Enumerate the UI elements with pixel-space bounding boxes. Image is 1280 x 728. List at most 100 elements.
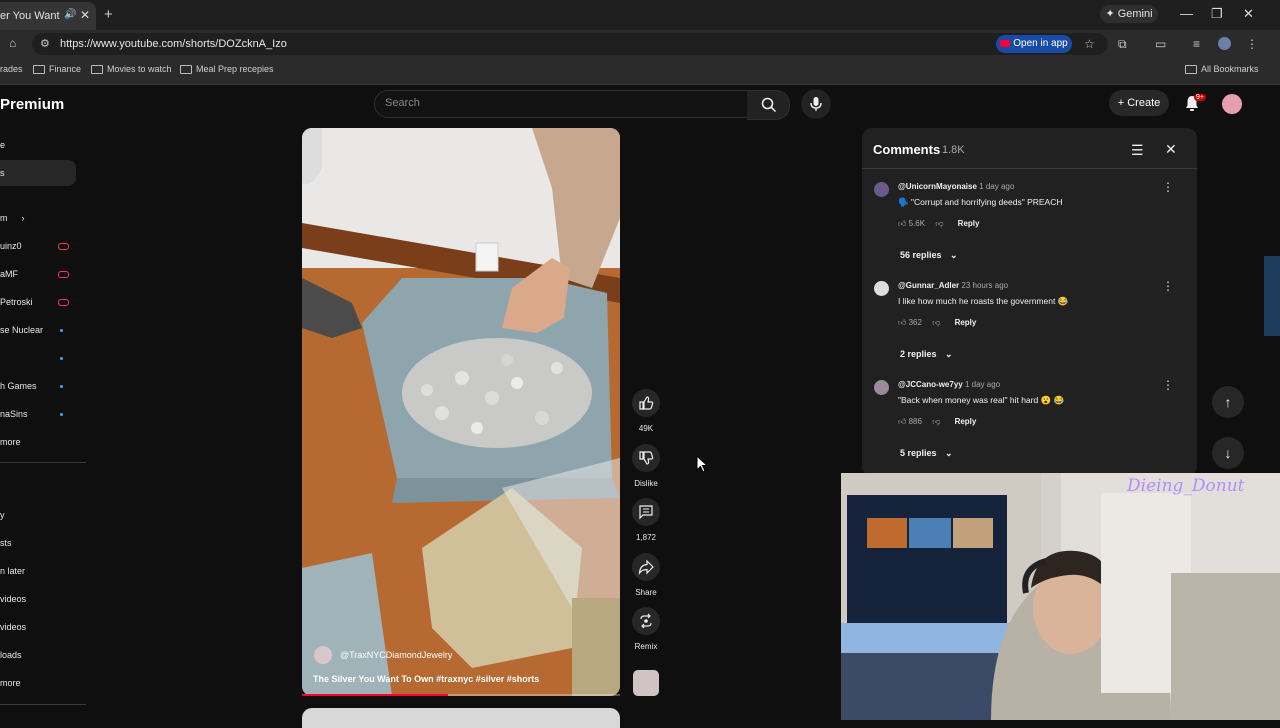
- thumbs-up-icon[interactable]: 👍︎: [898, 318, 906, 327]
- sort-icon[interactable]: ☰: [1131, 142, 1144, 159]
- url-text[interactable]: https://www.youtube.com/shorts/DOZcknA_I…: [60, 38, 287, 50]
- short-video-player[interactable]: [302, 128, 620, 696]
- sidebar-channel[interactable]: uinz0: [0, 241, 22, 251]
- share-button[interactable]: [632, 553, 660, 581]
- comment-like-count: 886: [908, 417, 922, 426]
- sidebar-item[interactable]: e: [0, 140, 5, 150]
- sidebar-channel[interactable]: h Games: [0, 381, 37, 391]
- remix-button[interactable]: [632, 607, 660, 635]
- comment-author[interactable]: @UnicornMayonaise 1 day ago: [898, 182, 1014, 191]
- comment-author[interactable]: @JCCano-we7yy 1 day ago: [898, 380, 1000, 389]
- new-content-dot: [60, 385, 63, 388]
- sidebar-item-playlists[interactable]: sts: [0, 538, 12, 548]
- search-button[interactable]: [747, 90, 790, 120]
- reading-list-icon[interactable]: ≡: [1193, 37, 1200, 51]
- sidebar-channel[interactable]: se Nuclear: [0, 325, 43, 335]
- replies-count: 56 replies: [900, 250, 942, 260]
- sidebar-channel[interactable]: naSins: [0, 409, 28, 419]
- close-tab-icon[interactable]: ✕: [80, 8, 90, 22]
- profile-icon[interactable]: [1218, 37, 1231, 50]
- bookmark-item[interactable]: Finance: [33, 64, 81, 75]
- browser-menu-icon[interactable]: ⋮: [1246, 37, 1258, 51]
- new-tab-icon[interactable]: +: [104, 6, 113, 23]
- progress-bar-fill: [302, 694, 448, 696]
- view-replies-button[interactable]: 2 replies ⌄: [900, 349, 953, 360]
- all-bookmarks[interactable]: All Bookmarks: [1185, 64, 1259, 75]
- mouse-cursor-icon: [696, 455, 708, 473]
- comments-button[interactable]: [632, 498, 660, 526]
- browser-tab[interactable]: er You Want To 🔊 ✕: [0, 2, 96, 30]
- youtube-logo[interactable]: Premium: [0, 96, 64, 113]
- sidebar-item-watch-later[interactable]: n later: [0, 566, 25, 576]
- gemini-button[interactable]: ✦ Gemini: [1100, 5, 1158, 23]
- streamer-name-overlay: Dieing_Donut: [1127, 476, 1245, 496]
- commenter-avatar[interactable]: [874, 182, 889, 197]
- short-title[interactable]: The Silver You Want To Own #traxnyc #sil…: [313, 674, 539, 684]
- like-button[interactable]: [632, 389, 660, 417]
- reply-button[interactable]: Reply: [955, 318, 977, 327]
- bookmark-star-icon[interactable]: ☆: [1084, 37, 1095, 51]
- youtube-icon: [1000, 39, 1011, 47]
- close-comments-icon[interactable]: ✕: [1165, 141, 1177, 158]
- create-label: Create: [1127, 97, 1161, 109]
- sidebar-item-history[interactable]: y: [0, 510, 5, 520]
- comment-timestamp: 23 hours ago: [961, 281, 1009, 290]
- bookmark-label: Movies to watch: [107, 64, 172, 74]
- home-icon[interactable]: ⌂: [9, 36, 16, 50]
- sidebar-item-shorts[interactable]: s: [0, 168, 5, 178]
- sidebar-channel[interactable]: Petroski: [0, 297, 33, 307]
- extensions-icon[interactable]: ⧉: [1118, 37, 1127, 52]
- dislike-button[interactable]: [632, 444, 660, 472]
- sidebar-channel[interactable]: aMF: [0, 269, 18, 279]
- next-short-button[interactable]: ↓: [1212, 437, 1244, 469]
- search-input[interactable]: [374, 90, 749, 118]
- view-replies-button[interactable]: 56 replies ⌄: [900, 250, 958, 261]
- comments-title: Comments: [873, 142, 941, 157]
- comment-menu-icon[interactable]: ⋮: [1162, 279, 1174, 293]
- view-replies-button[interactable]: 5 replies ⌄: [900, 448, 953, 459]
- bookmark-label: Meal Prep recepies: [196, 64, 274, 74]
- create-button[interactable]: + Create: [1109, 90, 1169, 116]
- comment-menu-icon[interactable]: ⋮: [1162, 180, 1174, 194]
- comment-author[interactable]: @Gunnar_Adler 23 hours ago: [898, 281, 1008, 290]
- reply-button[interactable]: Reply: [955, 417, 977, 426]
- thumbs-down-icon[interactable]: 👎︎: [932, 417, 940, 426]
- thumbs-down-icon[interactable]: 👎︎: [932, 318, 940, 327]
- bookmark-item[interactable]: Meal Prep recepies: [180, 64, 274, 75]
- thumbs-down-icon[interactable]: 👎︎: [935, 219, 943, 228]
- sidebar-show-more[interactable]: more: [0, 437, 21, 447]
- channel-avatar[interactable]: [314, 646, 332, 664]
- comments-count-label: 1.8K: [942, 144, 965, 156]
- sidebar-subscriptions-header[interactable]: m ›: [0, 213, 25, 223]
- channel-name[interactable]: @TraxNYCDiamondJewelry: [340, 650, 452, 660]
- thumbs-up-icon[interactable]: 👍︎: [898, 219, 906, 228]
- previous-short-button[interactable]: ↑: [1212, 386, 1244, 418]
- reply-button[interactable]: Reply: [958, 219, 980, 228]
- sidebar-item-your-videos[interactable]: videos: [0, 622, 26, 632]
- minimize-icon[interactable]: —: [1180, 6, 1193, 21]
- speaker-icon[interactable]: 🔊: [64, 9, 76, 20]
- site-info-icon[interactable]: ⚙: [40, 37, 50, 50]
- comment-text: 🗣️ "Corrupt and horrifying deeds" PREACH: [898, 197, 1063, 207]
- commenter-avatar[interactable]: [874, 281, 889, 296]
- close-window-icon[interactable]: ✕: [1243, 6, 1254, 22]
- thumbs-down-icon: [639, 451, 654, 465]
- user-avatar[interactable]: [1222, 94, 1242, 114]
- maximize-icon[interactable]: ❐: [1211, 6, 1223, 22]
- sound-thumbnail[interactable]: [633, 670, 659, 696]
- sidebar-item-downloads[interactable]: loads: [0, 650, 22, 660]
- thumbs-up-icon[interactable]: 👍︎: [898, 417, 906, 426]
- bookmark-item[interactable]: rades: [0, 64, 23, 74]
- sidebar-selected-item[interactable]: [0, 160, 76, 186]
- commenter-avatar[interactable]: [874, 380, 889, 395]
- next-short-preview[interactable]: [302, 708, 620, 728]
- voice-search-button[interactable]: [801, 89, 831, 119]
- open-in-app-button[interactable]: Open in app: [996, 35, 1072, 53]
- thumbs-up-icon: [639, 396, 654, 410]
- sidebar-item-liked-videos[interactable]: videos: [0, 594, 26, 604]
- remix-icon: [640, 613, 652, 629]
- comment-menu-icon[interactable]: ⋮: [1162, 378, 1174, 392]
- bookmark-item[interactable]: Movies to watch: [91, 64, 172, 75]
- sidebar-show-more[interactable]: more: [0, 678, 21, 688]
- cast-icon[interactable]: ▭: [1155, 37, 1166, 51]
